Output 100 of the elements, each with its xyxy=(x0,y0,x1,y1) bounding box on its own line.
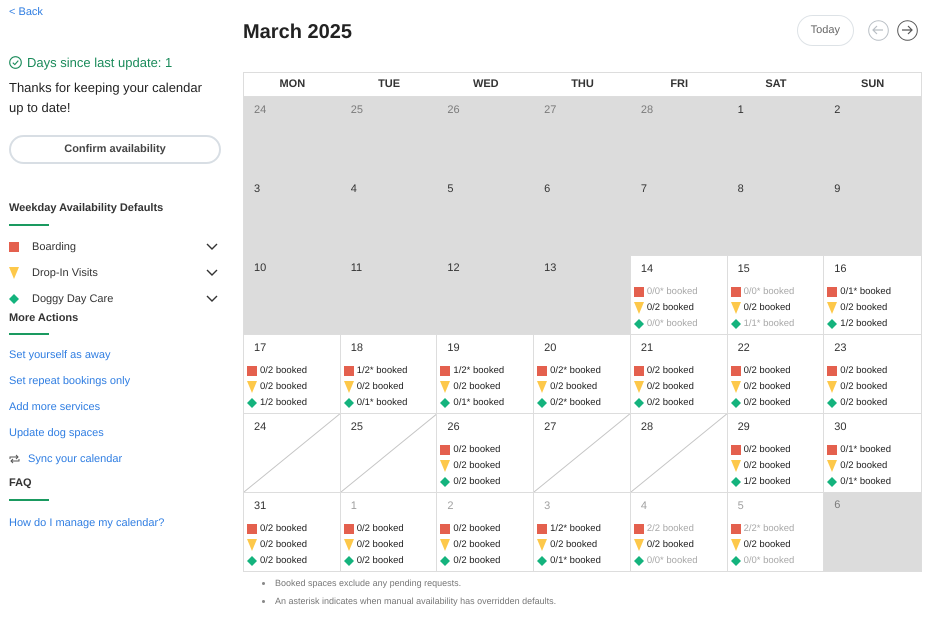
booking-count: 0/2 booked xyxy=(840,396,888,410)
day-cell[interactable]: 15 0/0* booked 0/2 booked 1/1* booked xyxy=(728,255,824,334)
day-cell[interactable]: 19 1/2* booked 0/2 booked 0/1* booked xyxy=(437,334,534,413)
day-number: 4 xyxy=(350,183,358,196)
triangle-icon xyxy=(730,302,741,314)
day-cell[interactable]: 28 xyxy=(630,413,728,492)
day-cell[interactable]: 9 xyxy=(824,176,921,255)
triangle-icon xyxy=(344,381,354,393)
action-link[interactable]: Set yourself as away xyxy=(9,348,110,362)
booking-count: 0/2 booked xyxy=(356,538,404,552)
day-cell[interactable]: 22 0/2 booked 0/2 booked 0/2 booked xyxy=(728,334,824,413)
day-number: 8 xyxy=(738,183,745,196)
day-cell[interactable]: 18 1/2* booked 0/2 booked 0/1* booked xyxy=(340,334,438,413)
chevron-down-icon xyxy=(206,243,218,251)
day-number: 6 xyxy=(834,499,842,512)
day-number: 24 xyxy=(254,104,268,117)
booking-count: 0/2 booked xyxy=(356,554,404,568)
day-cell[interactable]: 5 2/2* booked 0/2 booked 0/0* booked xyxy=(728,492,824,571)
booking-count: 0/2 booked xyxy=(453,458,500,473)
day-cell[interactable]: 2 xyxy=(824,97,921,176)
diamond-icon xyxy=(827,319,838,329)
booking-count: 0/2 booked xyxy=(744,442,791,457)
day-cell[interactable]: 4 xyxy=(340,176,438,255)
day-cell[interactable]: 3 1/2* booked 0/2 booked 0/1* booked xyxy=(534,492,631,571)
action-link[interactable]: Add more services xyxy=(9,400,100,414)
back-link[interactable]: < Back xyxy=(9,4,43,20)
diamond-icon xyxy=(827,398,838,408)
triangle-icon xyxy=(634,302,644,314)
triangle-icon xyxy=(537,381,548,393)
today-button[interactable]: Today xyxy=(796,14,854,46)
day-cell[interactable]: 29 0/2 booked 0/2 booked 1/2 booked xyxy=(728,413,824,492)
day-cell[interactable]: 5 xyxy=(437,176,534,255)
day-cell[interactable]: 12 xyxy=(437,255,534,334)
booking-count: 2/2* booked xyxy=(744,522,794,536)
booking-count: 0/0* booked xyxy=(646,554,698,568)
day-cell[interactable]: 2 0/2 booked 0/2 booked 0/2 booked xyxy=(437,492,534,571)
diamond-icon xyxy=(9,294,19,304)
day-cell[interactable]: 14 0/0* booked 0/2 booked 0/0* booked xyxy=(630,255,728,334)
sync-link[interactable]: Sync your calendar xyxy=(28,452,122,466)
confirm-availability-button[interactable]: Confirm availability xyxy=(9,135,221,164)
day-number: 19 xyxy=(447,342,461,355)
day-cell[interactable]: 10 xyxy=(244,255,341,334)
faq-link[interactable]: How do I manage my calendar? xyxy=(9,514,164,531)
day-number: 12 xyxy=(447,262,461,275)
square-icon xyxy=(440,445,450,455)
day-cell[interactable]: 8 xyxy=(728,176,824,255)
booking-count: 0/2 booked xyxy=(260,380,308,394)
square-icon xyxy=(730,366,741,376)
service-label: Drop-In Visits xyxy=(32,266,99,281)
booking-count: 2/2 booked xyxy=(646,522,694,536)
diamond-icon xyxy=(440,477,450,487)
day-cell[interactable]: 4 2/2 booked 0/2 booked 0/0* booked xyxy=(630,492,728,571)
day-cell[interactable]: 21 0/2 booked 0/2 booked 0/2 booked xyxy=(630,334,728,413)
day-cell[interactable]: 7 xyxy=(630,176,728,255)
day-cell[interactable]: 17 0/2 booked 0/2 booked 1/2 booked xyxy=(244,334,341,413)
day-number: 2 xyxy=(447,500,455,513)
booking-count: 0/2 booked xyxy=(260,554,308,568)
check-circle-icon xyxy=(9,56,22,69)
day-cell[interactable]: 25 xyxy=(340,413,438,492)
day-number: 1 xyxy=(738,104,745,117)
day-cell[interactable]: 1 0/2 booked 0/2 booked 0/2 booked xyxy=(340,492,438,571)
triangle-icon xyxy=(9,267,19,279)
action-link[interactable]: Update dog spaces xyxy=(9,426,104,440)
service-label: Doggy Day Care xyxy=(32,292,114,307)
diamond-icon xyxy=(730,398,741,408)
day-cell[interactable]: 13 xyxy=(534,255,631,334)
triangle-icon xyxy=(634,539,644,551)
chevron-down-icon xyxy=(206,269,218,277)
square-icon xyxy=(827,445,838,455)
day-number: 22 xyxy=(738,342,751,355)
heading-underline xyxy=(9,224,49,226)
booking-count: 0/1* booked xyxy=(356,396,408,410)
day-number: 16 xyxy=(834,263,848,276)
square-icon xyxy=(634,524,644,534)
day-cell[interactable]: 27 xyxy=(534,413,631,492)
booking-count: 0/2 booked xyxy=(453,554,500,568)
diamond-icon xyxy=(537,398,548,408)
bullet-icon xyxy=(262,582,265,586)
action-link[interactable]: Set repeat bookings only xyxy=(9,374,130,388)
day-cell[interactable]: 1 xyxy=(728,97,824,176)
day-cell[interactable]: 31 0/2 booked 0/2 booked 0/2 booked xyxy=(244,492,341,571)
square-icon xyxy=(730,445,741,455)
booking-count: 0/2* booked xyxy=(550,364,601,378)
square-icon xyxy=(730,287,741,297)
booking-count: 0/2 booked xyxy=(260,522,308,536)
next-month-button[interactable] xyxy=(897,20,918,40)
day-cell[interactable]: 20 0/2* booked 0/2 booked 0/2* booked xyxy=(534,334,631,413)
square-icon xyxy=(537,524,548,534)
square-icon xyxy=(827,287,838,297)
diamond-icon xyxy=(827,477,838,487)
booking-count: 0/2 booked xyxy=(646,380,694,394)
day-cell[interactable]: 6 xyxy=(534,176,631,255)
day-number: 14 xyxy=(640,263,654,276)
day-cell[interactable]: 11 xyxy=(340,255,438,334)
day-number: 20 xyxy=(544,342,558,355)
booking-count: 0/2 booked xyxy=(260,364,308,378)
booking-count: 0/2 booked xyxy=(260,538,308,552)
day-cell[interactable]: 26 0/2 booked 0/2 booked 0/2 booked xyxy=(437,413,534,492)
day-cell[interactable]: 24 xyxy=(244,413,341,492)
day-cell[interactable]: 3 xyxy=(244,176,341,255)
